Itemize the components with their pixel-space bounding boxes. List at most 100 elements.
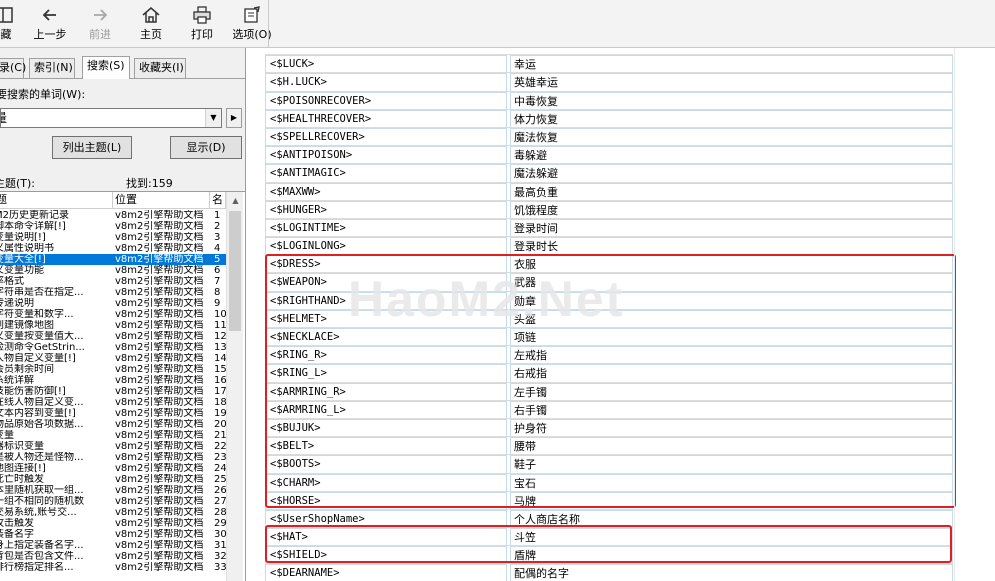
topic-row[interactable]: M2历史更新记录 v8m2引擎帮助文档 1 (0, 210, 226, 221)
topic-row[interactable]: 排行榜指定排名... v8m2引擎帮助文档 33 (0, 562, 226, 573)
tab-index[interactable]: 索引(N) (29, 58, 75, 78)
topic-row[interactable]: 系统详解 v8m2引擎帮助文档 16 (0, 375, 226, 386)
topic-row[interactable]: 字符变量和数字... v8m2引擎帮助文档 10 (0, 309, 226, 320)
variable-description: 毒躲避 (510, 146, 953, 165)
topic-row[interactable]: 装备名字 v8m2引擎帮助文档 30 (0, 529, 226, 540)
topic-row[interactable]: 背包是否包含文件... v8m2引擎帮助文档 32 (0, 551, 226, 562)
variable-description: 右戒指 (510, 364, 953, 383)
topic-location: v8m2引擎帮助文档 (115, 298, 204, 309)
topic-row[interactable]: 脚本命令详解[!] v8m2引擎帮助文档 2 (0, 221, 226, 232)
tab-contents[interactable]: 录(C) (0, 58, 26, 78)
topic-row[interactable]: 文本内容到变量[!] v8m2引擎帮助文档 19 (0, 408, 226, 419)
scrollbar-thumb[interactable] (229, 211, 241, 331)
topic-row[interactable]: 本里随机获取一组... v8m2引擎帮助文档 26 (0, 485, 226, 496)
print-button[interactable]: 打印 (186, 6, 218, 44)
topic-rank: 3 (214, 232, 221, 243)
print-icon (193, 6, 211, 24)
topic-location: v8m2引擎帮助文档 (115, 507, 204, 518)
topic-title: 义变量按变量值大... (0, 331, 84, 342)
topic-row[interactable]: 义变量按变量值大... v8m2引擎帮助文档 12 (0, 331, 226, 342)
topic-title: 地图连接[!] (0, 463, 46, 474)
variable-description: 左戒指 (510, 346, 953, 365)
variable-description: 魔法躲避 (510, 164, 953, 183)
topic-row[interactable]: 攻击触发 v8m2引擎帮助文档 29 (0, 518, 226, 529)
tab-search[interactable]: 搜索(S) (82, 56, 130, 79)
topic-location: v8m2引擎帮助文档 (115, 408, 204, 419)
topic-row[interactable]: 义属性说明书 v8m2引擎帮助文档 4 (0, 243, 226, 254)
topic-row[interactable]: 在线人物自定义变... v8m2引擎帮助文档 18 (0, 397, 226, 408)
variable-row: <$LOGINLONG> 登录时长 (265, 237, 953, 256)
topic-location: v8m2引擎帮助文档 (115, 496, 204, 507)
topic-row[interactable]: 死亡时触发 v8m2引擎帮助文档 25 (0, 474, 226, 485)
topic-rank: 8 (214, 287, 221, 298)
topic-row[interactable]: 创建镜像地图 v8m2引擎帮助文档 11 (0, 320, 226, 331)
topic-row[interactable]: 变量 v8m2引擎帮助文档 21 (0, 430, 226, 441)
variable-row: <$ARMRING_R> 左手镯 (265, 382, 953, 401)
topic-rank: 26 (214, 485, 226, 496)
topic-rank: 5 (214, 254, 221, 265)
variable-key: <$BUJUK> (265, 418, 507, 437)
options-button[interactable]: 选项(O) (232, 6, 272, 44)
print-label: 打印 (191, 28, 213, 41)
topic-row[interactable]: 器标识变量 v8m2引擎帮助文档 22 (0, 441, 226, 452)
variable-row: <$HORSE> 马牌 (265, 491, 953, 510)
column-title[interactable]: 题 (0, 192, 113, 209)
variable-key: <$H.LUCK> (265, 73, 507, 92)
topic-list[interactable]: 题 位置 名 M2历史更新记录 v8m2引擎帮助文档 1 脚本命令详解[!] v8m2引… (0, 191, 245, 581)
topic-rank: 24 (214, 463, 226, 474)
variable-key: <$HELMET> (265, 309, 507, 328)
topic-row[interactable]: 传递说明 v8m2引擎帮助文档 9 (0, 298, 226, 309)
topic-row[interactable]: 地图连接[!] v8m2引擎帮助文档 24 (0, 463, 226, 474)
topic-row[interactable]: 一组不相同的随机数 v8m2引擎帮助文档 27 (0, 496, 226, 507)
topic-row[interactable]: 技能伤害防御[!] v8m2引擎帮助文档 17 (0, 386, 226, 397)
topic-location: v8m2引擎帮助文档 (115, 485, 204, 496)
hide-button[interactable]: 藏 (0, 6, 18, 44)
topic-location: v8m2引擎帮助文档 (115, 551, 204, 562)
topic-row[interactable]: 变量说明[!] v8m2引擎帮助文档 3 (0, 232, 226, 243)
variable-description: 衣服 (510, 255, 953, 274)
topic-row[interactable]: 字符串是否在指定... v8m2引擎帮助文档 8 (0, 287, 226, 298)
variable-table: <$LUCK> 幸运 <$H.LUCK> 英雄幸运 <$POISONRECOVER> 中毒… (265, 48, 953, 581)
topic-location: v8m2引擎帮助文档 (115, 375, 204, 386)
variable-description: 马牌 (510, 491, 953, 510)
search-menu-button[interactable]: ▶ (226, 108, 242, 128)
tab-favorites[interactable]: 收藏夹(I) (134, 58, 186, 78)
column-rank[interactable]: 名 (210, 192, 226, 209)
variable-row: <$RIGHTHAND> 勋章 (265, 291, 953, 310)
nav-tabs: 录(C) 索引(N) 搜索(S) 收藏夹(I) (0, 56, 245, 79)
display-button[interactable]: 显示(D) (170, 136, 242, 159)
forward-button[interactable]: 前进 (82, 6, 118, 44)
topic-row[interactable]: 变量大全[!] v8m2引擎帮助文档 5 (0, 254, 226, 265)
topic-row[interactable]: 义变量功能 v8m2引擎帮助文档 6 (0, 265, 226, 276)
variable-row: <$RING_R> 左戒指 (265, 346, 953, 365)
variable-description: 个人商店名称 (510, 509, 953, 528)
list-topics-button[interactable]: 列出主题(L) (52, 136, 132, 159)
variable-row: <$HUNGER> 饥饿程度 (265, 200, 953, 219)
chevron-down-icon[interactable]: ▼ (205, 109, 221, 127)
topic-row[interactable]: 交易系统,账号交... v8m2引擎帮助文档 28 (0, 507, 226, 518)
topic-title: 系统详解 (0, 375, 34, 386)
topic-row[interactable]: 是被人物还是怪物... v8m2引擎帮助文档 23 (0, 452, 226, 463)
topic-list-scrollbar[interactable]: ▲ (226, 192, 243, 581)
topic-location: v8m2引擎帮助文档 (115, 309, 204, 320)
topic-title: 身上指定装备名字... (0, 540, 84, 551)
variable-row: <$BOOTS> 鞋子 (265, 455, 953, 474)
topic-row[interactable]: 会员剩余时间 v8m2引擎帮助文档 15 (0, 364, 226, 375)
topic-row[interactable]: 人物自定义变量[!] v8m2引擎帮助文档 14 (0, 353, 226, 364)
topic-title: 变量说明[!] (0, 232, 46, 243)
toolbar-separator (268, 0, 269, 48)
topic-row[interactable]: 检测命令GetStrin... v8m2引擎帮助文档 13 (0, 342, 226, 353)
topic-title: 率格式 (0, 276, 24, 287)
column-location[interactable]: 位置 (113, 192, 210, 209)
navigation-pane: 录(C) 索引(N) 搜索(S) 收藏夹(I) 要搜索的单词(W): 量 ▼ ▶… (0, 48, 246, 581)
variable-key: <$WEAPON> (265, 273, 507, 292)
variable-description: 登录时间 (510, 218, 953, 237)
search-input[interactable]: 量 ▼ (0, 108, 222, 128)
topic-row[interactable]: 物品原始各项数据... v8m2引擎帮助文档 20 (0, 419, 226, 430)
home-button[interactable]: 主页 (134, 6, 168, 44)
scroll-up-icon[interactable]: ▲ (227, 192, 244, 209)
topic-row[interactable]: 率格式 v8m2引擎帮助文档 7 (0, 276, 226, 287)
topic-row[interactable]: 身上指定装备名字... v8m2引擎帮助文档 31 (0, 540, 226, 551)
topic-location: v8m2引擎帮助文档 (115, 276, 204, 287)
back-button[interactable]: 上一步 (30, 6, 70, 44)
